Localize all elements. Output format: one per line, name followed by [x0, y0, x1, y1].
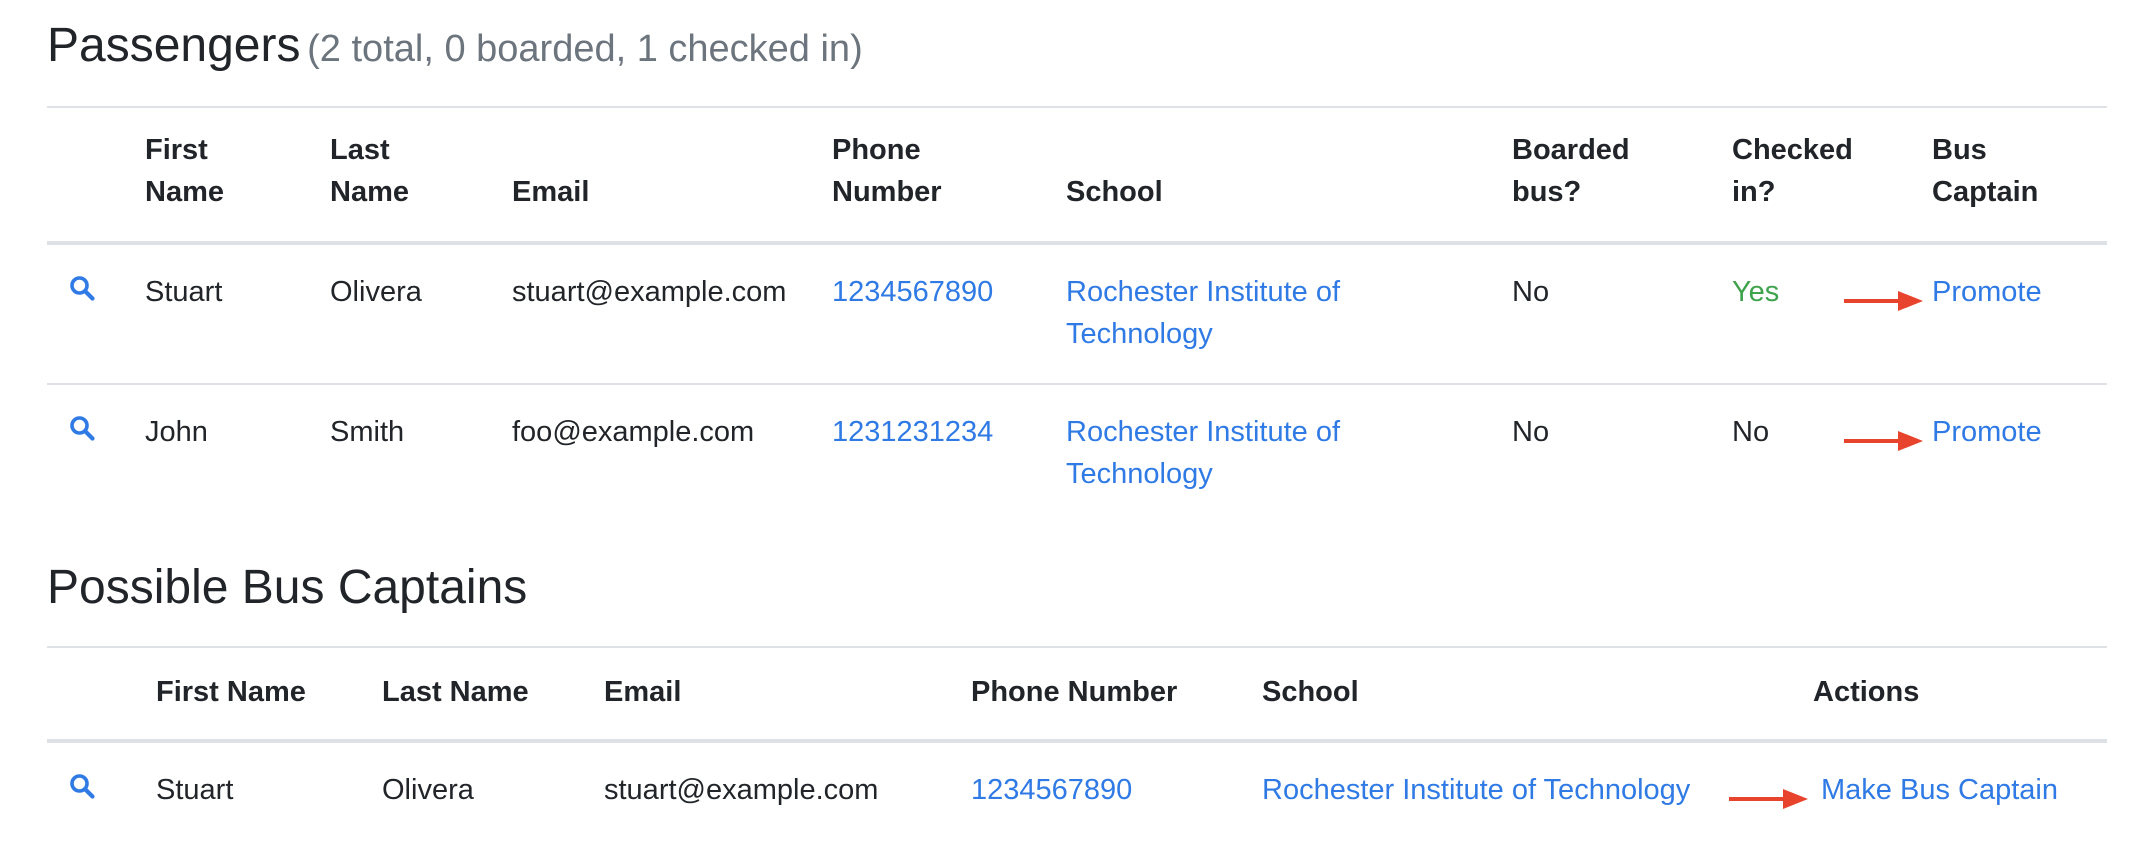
boarded-header: Boarded bus? [1512, 134, 1630, 208]
promote-button[interactable]: Promote [1932, 416, 2042, 448]
actions-cell: Make Bus Captain [1717, 741, 2107, 831]
last-name-header: Last Name [382, 676, 529, 708]
school-cell: Rochester Institute of Technology [1262, 741, 1717, 831]
phone-link[interactable]: 1234567890 [971, 774, 1132, 806]
captains-title: Possible Bus Captains [47, 561, 528, 614]
view-column-header [47, 647, 156, 741]
passengers-header-row: First Name Last Name Email Phone Number … [47, 107, 2107, 243]
checked-in-cell: No [1732, 416, 1770, 448]
boarded-cell: No [1512, 276, 1550, 308]
email-cell: stuart@example.com [604, 774, 879, 806]
phone-cell: 1231231234 [832, 384, 1066, 523]
phone-link[interactable]: 1234567890 [832, 276, 993, 308]
view-cell [47, 741, 156, 831]
captains-heading: Possible Bus Captains [47, 560, 527, 615]
phone-link[interactable]: 1231231234 [832, 416, 993, 448]
red-arrow-icon [1727, 780, 1809, 810]
view-column-header [47, 107, 145, 243]
search-icon[interactable] [69, 411, 95, 441]
school-link[interactable]: Rochester Institute of Technology [1262, 774, 1690, 806]
search-icon[interactable] [69, 769, 95, 799]
promote-button[interactable]: Promote [1932, 276, 2042, 308]
school-header: School [1262, 676, 1359, 708]
school-header: School [1066, 176, 1163, 208]
email-header: Email [512, 176, 590, 208]
captains-header-row: First Name Last Name Email Phone Number … [47, 647, 2107, 741]
table-row: Stuart Olivera stuart@example.com 123456… [47, 243, 2107, 384]
bus-captain-cell: Promote [1932, 243, 2107, 384]
first-name-header: First Name [156, 676, 306, 708]
email-cell: stuart@example.com [512, 276, 787, 308]
passengers-title: Passengers [47, 19, 301, 72]
last-name-cell: Olivera [382, 774, 474, 806]
red-arrow-icon [1842, 282, 1924, 312]
last-name-header: Last Name [330, 134, 409, 208]
red-arrow-icon [1842, 422, 1924, 452]
phone-header: Phone Number [832, 134, 942, 208]
bus-captain-header: Bus Captain [1932, 134, 2039, 208]
first-name-cell: Stuart [156, 774, 234, 806]
passengers-heading: Passengers (2 total, 0 boarded, 1 checke… [47, 18, 863, 73]
school-cell: Rochester Institute of Technology [1066, 384, 1512, 523]
phone-header: Phone Number [971, 676, 1178, 708]
captains-table: First Name Last Name Email Phone Number … [47, 646, 2107, 831]
passengers-summary: (2 total, 0 boarded, 1 checked in) [307, 28, 863, 70]
boarded-cell: No [1512, 416, 1550, 448]
table-row: Stuart Olivera stuart@example.com 123456… [47, 741, 2107, 831]
school-link[interactable]: Rochester Institute of Technology [1066, 411, 1366, 495]
search-icon[interactable] [69, 271, 95, 301]
checked-in-cell: Yes [1732, 276, 1780, 308]
phone-cell: 1234567890 [832, 243, 1066, 384]
view-cell [47, 243, 145, 384]
first-name-cell: Stuart [145, 276, 223, 308]
checked-in-header: Checked in? [1732, 134, 1853, 208]
actions-header: Actions [1813, 676, 1920, 708]
school-link[interactable]: Rochester Institute of Technology [1066, 271, 1366, 355]
phone-cell: 1234567890 [971, 741, 1262, 831]
first-name-cell: John [145, 416, 208, 448]
bus-captain-cell: Promote [1932, 384, 2107, 523]
school-cell: Rochester Institute of Technology [1066, 243, 1512, 384]
make-bus-captain-button[interactable]: Make Bus Captain [1821, 774, 2058, 806]
last-name-cell: Olivera [330, 276, 422, 308]
view-cell [47, 384, 145, 523]
table-row: John Smith foo@example.com 1231231234 Ro… [47, 384, 2107, 523]
email-header: Email [604, 676, 682, 708]
last-name-cell: Smith [330, 416, 405, 448]
passengers-table: First Name Last Name Email Phone Number … [47, 106, 2107, 523]
arrow-cell [1832, 243, 1932, 384]
arrow-cell [1832, 384, 1932, 523]
email-cell: foo@example.com [512, 416, 755, 448]
first-name-header: First Name [145, 134, 224, 208]
